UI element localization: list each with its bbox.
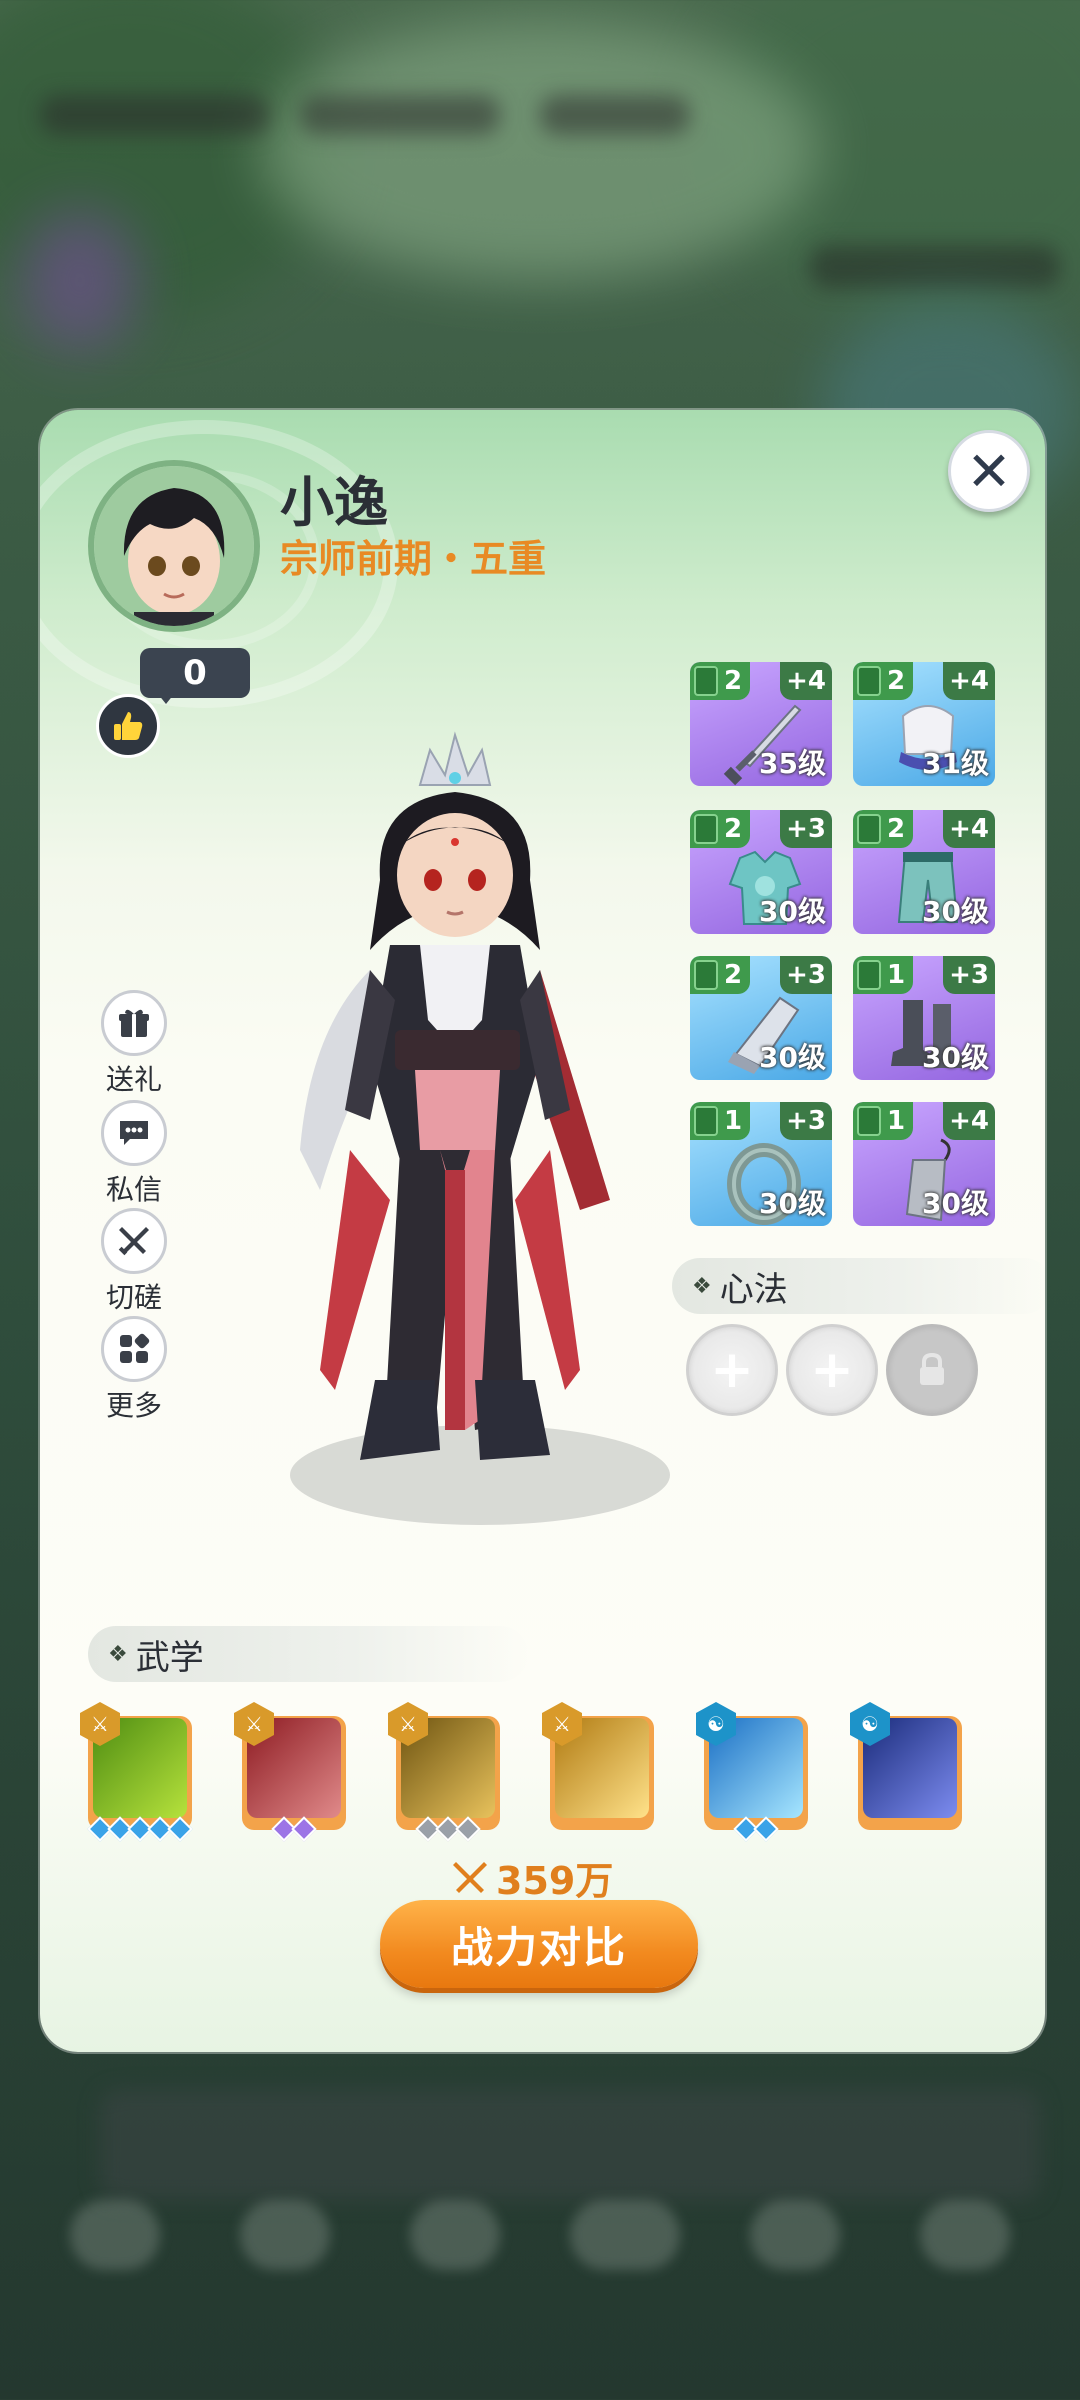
lock-icon (920, 1353, 944, 1385)
player-realm: 宗师前期・五重 (280, 537, 547, 581)
compare-power-label: 战力对比 (450, 1922, 627, 1972)
like-count: 0 (183, 653, 207, 693)
gift-label: 送礼 (105, 1063, 162, 1096)
gift-action[interactable]: 送礼 (94, 990, 174, 1098)
martial-skill-slot[interactable]: ☯ (850, 1702, 962, 1830)
character-model (290, 731, 670, 1525)
equip-slot-bracer[interactable]: 2 +3 30级 (690, 956, 832, 1080)
plus-icon: + (810, 1340, 854, 1400)
spar-label: 切磋 (105, 1281, 162, 1314)
equip-slot-weapon[interactable]: 2 +4 35级 (690, 662, 832, 786)
equip-level: 30级 (759, 1187, 826, 1220)
like-button[interactable] (96, 694, 160, 758)
equip-level: 30级 (922, 895, 989, 928)
martial-skill-slot[interactable]: ⚔ (542, 1702, 654, 1830)
equip-enhance-tag: +3 (780, 956, 832, 994)
equip-enhance-tag: +4 (943, 1102, 995, 1140)
player-profile-panel: 小逸 宗师前期・五重 ✕ 0 送礼 私信 切磋 更多 2 +4 35级 2 +4… (40, 410, 1045, 2052)
message-action[interactable]: 私信 (94, 1100, 174, 1208)
gift-icon (101, 990, 167, 1056)
rank-pip-icon (167, 1816, 193, 1842)
thumbs-up-icon (114, 712, 143, 740)
compare-power-button[interactable]: 战力对比 (380, 1900, 698, 1988)
blurred-bottom-nav (0, 2180, 1080, 2300)
heart-method-slot-locked[interactable] (886, 1324, 978, 1416)
equip-level: 30级 (922, 1187, 989, 1220)
equip-level: 31级 (922, 747, 989, 780)
equip-enhance-tag: +4 (943, 810, 995, 848)
diamond-icon: ❖ (692, 1273, 712, 1299)
chat-icon (101, 1100, 167, 1166)
equip-tier-tag: 2 (690, 662, 751, 700)
heart-method-header: ❖ 心法 (672, 1258, 1045, 1314)
equip-slot-boots[interactable]: 1 +3 30级 (853, 956, 995, 1080)
message-label: 私信 (105, 1173, 162, 1206)
equip-tier-tag: 2 (853, 662, 914, 700)
skill-rank-pips (242, 1816, 346, 1842)
like-count-bubble: 0 (140, 648, 250, 704)
equip-enhance-tag: +3 (780, 810, 832, 848)
combat-power-value: 359万 (496, 1859, 614, 1903)
equip-enhance-tag: +4 (943, 662, 995, 700)
crossed-swords-icon (101, 1208, 167, 1274)
player-name: 小逸 (280, 471, 388, 534)
equip-tier-tag: 2 (690, 956, 751, 994)
martial-skill-slot[interactable]: ⚔ (234, 1702, 346, 1842)
rank-pip-icon (455, 1816, 481, 1842)
equip-tier-tag: 1 (690, 1102, 751, 1140)
martial-arts-title: 武学 (135, 1637, 204, 1678)
martial-skill-slot[interactable]: ⚔ (80, 1702, 193, 1842)
equip-slot-pendant[interactable]: 1 +4 30级 (853, 1102, 995, 1226)
spar-action[interactable]: 切磋 (94, 1208, 174, 1316)
equip-slot-pants[interactable]: 2 +4 30级 (853, 810, 995, 934)
martial-skill-slot[interactable]: ☯ (696, 1702, 808, 1842)
equip-level: 30级 (759, 1041, 826, 1074)
close-icon: ✕ (966, 439, 1012, 503)
skill-rank-pips (87, 1816, 193, 1842)
equip-tier-tag: 1 (853, 1102, 914, 1140)
equip-tier-tag: 1 (853, 956, 914, 994)
equip-level: 30级 (922, 1041, 989, 1074)
player-avatar[interactable] (88, 460, 260, 632)
more-action[interactable]: 更多 (94, 1316, 174, 1424)
equip-level: 35级 (759, 747, 826, 780)
equip-level: 30级 (759, 895, 826, 928)
plus-icon: + (710, 1340, 754, 1400)
equip-slot-ring[interactable]: 1 +3 30级 (690, 1102, 832, 1226)
combat-power: 359万 (450, 1850, 613, 1905)
grid-icon (101, 1316, 167, 1382)
equip-tier-tag: 2 (853, 810, 914, 848)
crossed-swords-icon (453, 1861, 487, 1893)
equip-enhance-tag: +3 (780, 1102, 832, 1140)
equip-slot-armor[interactable]: 2 +3 30级 (690, 810, 832, 934)
close-button[interactable]: ✕ (948, 430, 1030, 512)
skill-rank-pips (396, 1816, 500, 1842)
rank-pip-icon (291, 1816, 317, 1842)
equip-enhance-tag: +3 (943, 956, 995, 994)
heart-method-slot-add[interactable]: + (686, 1324, 778, 1416)
more-label: 更多 (105, 1389, 162, 1422)
equip-enhance-tag: +4 (780, 662, 832, 700)
heart-method-title: 心法 (719, 1269, 788, 1310)
martial-skill-slot[interactable]: ⚔ (388, 1702, 500, 1842)
heart-method-slot-add[interactable]: + (786, 1324, 878, 1416)
equip-slot-helmet[interactable]: 2 +4 31级 (853, 662, 995, 786)
rank-pip-icon (753, 1816, 779, 1842)
diamond-icon: ❖ (108, 1641, 128, 1667)
equip-tier-tag: 2 (690, 810, 751, 848)
martial-arts-header: ❖ 武学 (88, 1626, 528, 1682)
skill-rank-pips (704, 1816, 808, 1842)
